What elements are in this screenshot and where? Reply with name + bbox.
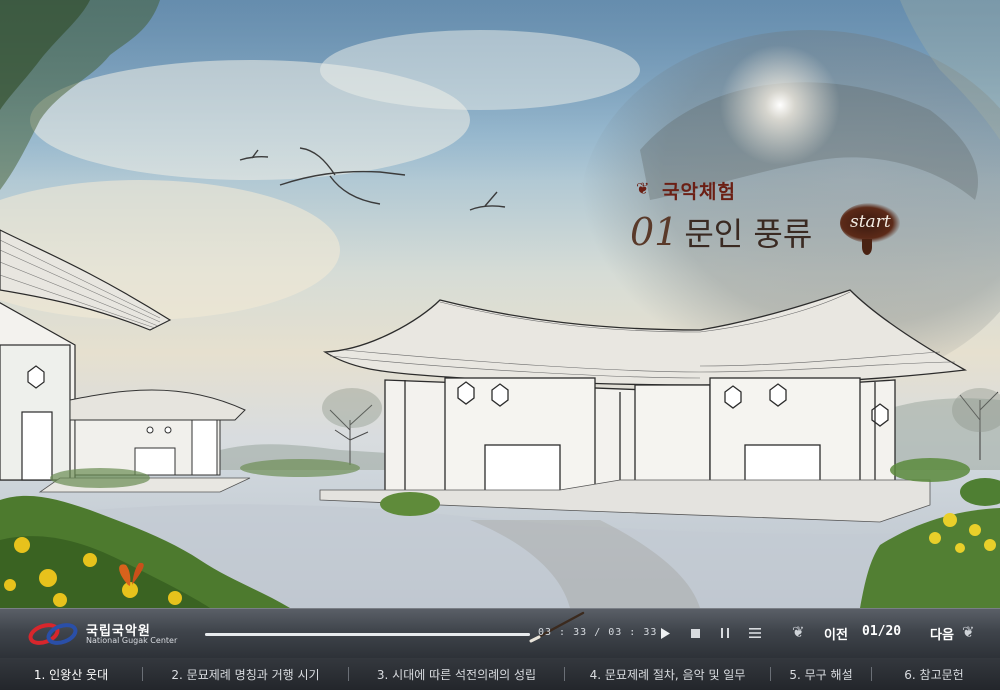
chapter-item-2[interactable]: 2. 문묘제례 명칭과 거행 시기 bbox=[143, 658, 348, 690]
logo: 국립국악원 National Gugak Center bbox=[28, 619, 188, 649]
next-button[interactable]: 다음 bbox=[930, 624, 954, 643]
chapter-item-6[interactable]: 6. 참고문헌 bbox=[872, 658, 996, 690]
pause-icon bbox=[721, 628, 729, 638]
start-button[interactable]: start bbox=[840, 199, 904, 255]
play-icon bbox=[661, 627, 670, 639]
ink-drip-icon bbox=[862, 239, 872, 255]
pause-button[interactable] bbox=[716, 624, 734, 642]
hanok-illustration bbox=[0, 0, 1000, 608]
progress-fill bbox=[205, 633, 530, 636]
lesson-title-block: ❦ 국악체험 01 문인 풍류 start bbox=[630, 175, 900, 255]
gugak-logo-icon bbox=[28, 623, 78, 645]
pager: ❦ 이전 01/20 다음 ❦ bbox=[790, 621, 990, 645]
player-bar: 국립국악원 National Gugak Center 03 : 33 / 03… bbox=[0, 608, 1000, 659]
page-counter: 01/20 bbox=[862, 624, 902, 639]
chapter-nav: 1. 인왕산 웃대 2. 문묘제례 명칭과 거행 시기 3. 시대에 따른 석전… bbox=[0, 658, 1000, 690]
time-current: 03 : 33 bbox=[538, 627, 588, 638]
cloud-ornament-right-icon: ❦ bbox=[962, 623, 975, 641]
chapter-item-1[interactable]: 1. 인왕산 웃대 bbox=[0, 658, 142, 690]
menu-icon bbox=[749, 628, 761, 638]
chapter-item-4[interactable]: 4. 문묘제례 절차, 음악 및 일무 bbox=[565, 658, 770, 690]
time-separator: / bbox=[594, 627, 602, 638]
cloud-ornament-left-icon: ❦ bbox=[792, 623, 805, 641]
lesson-title: 01 문인 풍류 bbox=[630, 209, 812, 255]
stop-icon bbox=[690, 628, 700, 638]
lesson-subtitle: 국악체험 bbox=[662, 181, 736, 203]
hero-scene: ❦ 국악체험 01 문인 풍류 start bbox=[0, 0, 1000, 608]
start-label: start bbox=[850, 212, 891, 232]
time-display: 03 : 33 / 03 : 33 bbox=[538, 627, 657, 638]
stop-button[interactable] bbox=[686, 624, 704, 642]
logo-name-en: National Gugak Center bbox=[86, 636, 178, 645]
progress-track[interactable] bbox=[205, 611, 585, 643]
lesson-title-text: 문인 풍류 bbox=[684, 215, 813, 253]
prev-button[interactable]: 이전 bbox=[824, 624, 848, 643]
chapter-item-5[interactable]: 5. 무구 해설 bbox=[771, 658, 871, 690]
play-button[interactable] bbox=[656, 624, 674, 642]
chapter-item-3[interactable]: 3. 시대에 따른 석전의례의 성립 bbox=[349, 658, 564, 690]
lesson-number: 01 bbox=[630, 210, 679, 254]
menu-button[interactable] bbox=[746, 624, 764, 642]
cloud-ornament-icon: ❦ bbox=[636, 179, 650, 198]
time-total: 03 : 33 bbox=[608, 627, 658, 638]
